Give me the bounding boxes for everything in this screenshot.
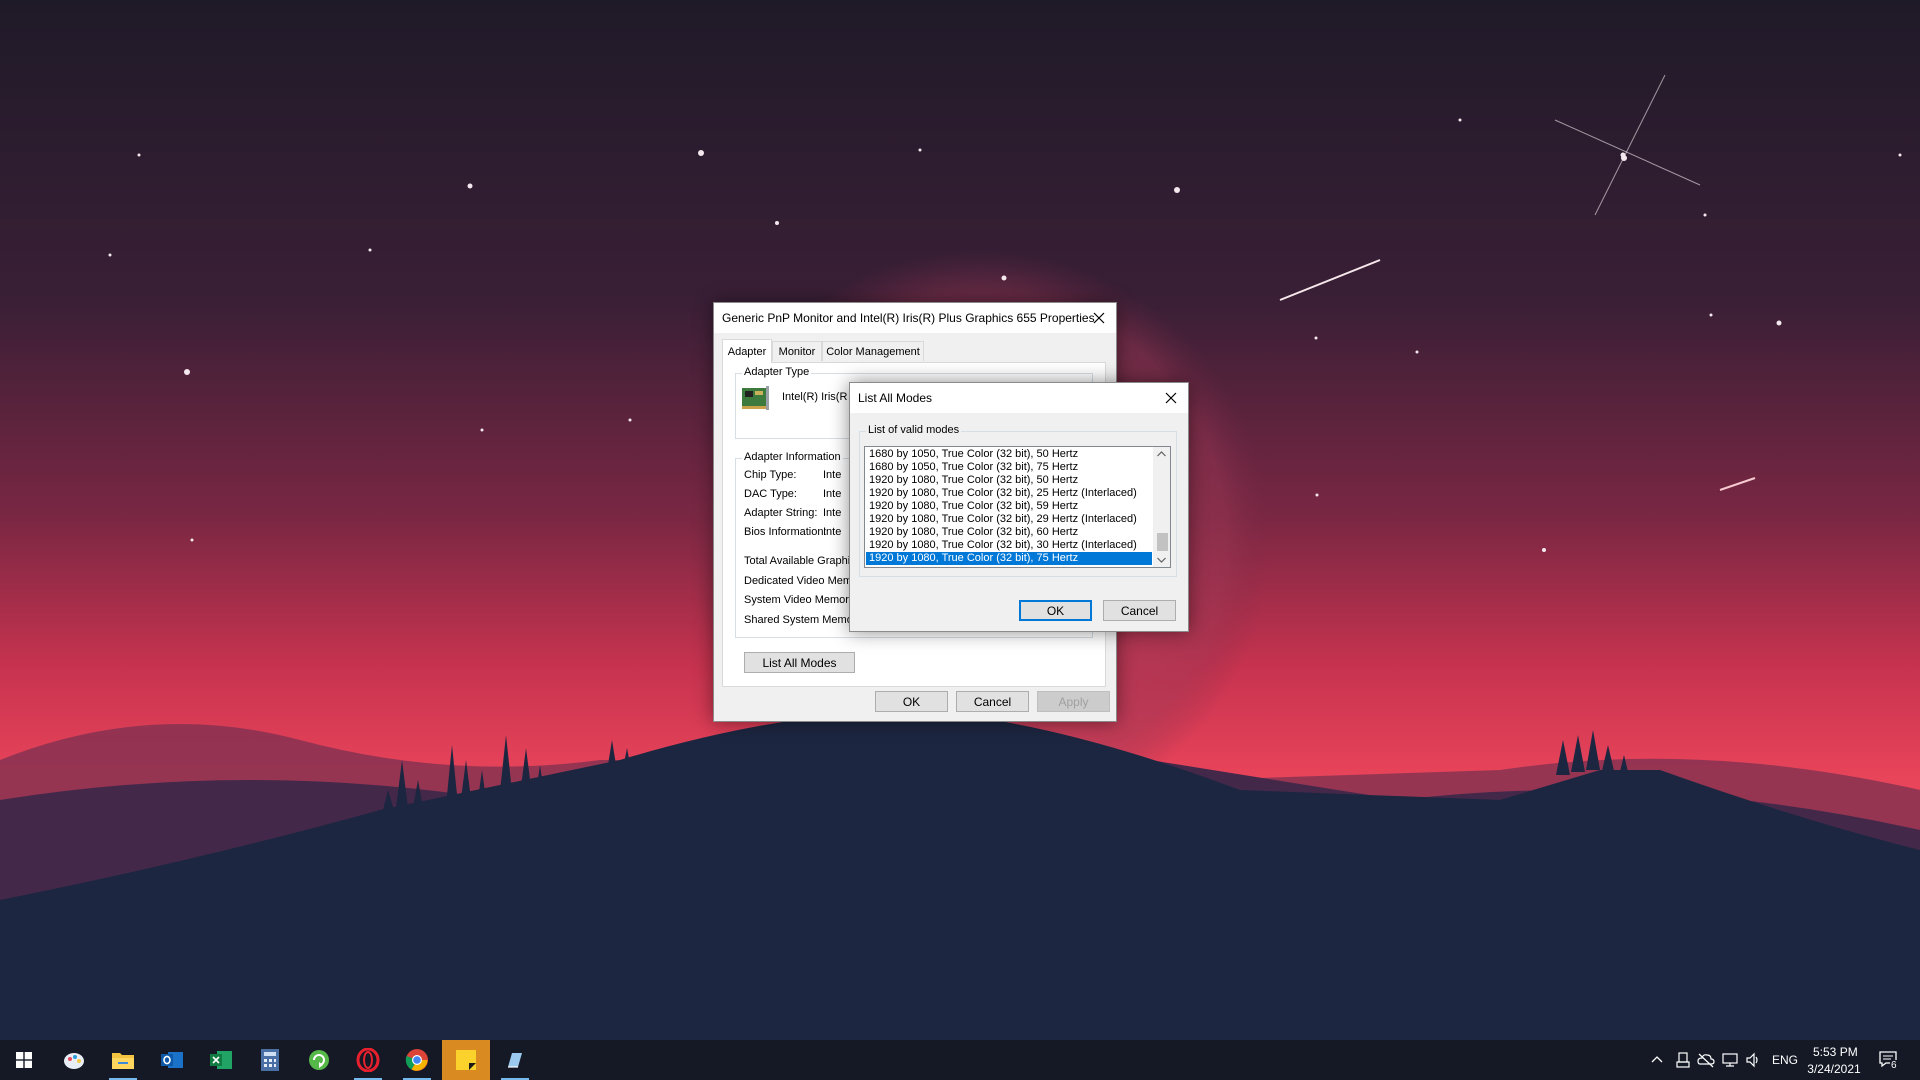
chrome-icon <box>405 1049 428 1071</box>
mode-list-item[interactable]: 1680 by 1050, True Color (32 bit), 75 He… <box>866 461 1152 474</box>
adapter-information-label: Adapter Information <box>742 451 843 463</box>
adapter-string-label: Adapter String: <box>744 507 818 519</box>
properties-apply-button[interactable]: Apply <box>1037 691 1110 712</box>
paint-palette-icon <box>64 1053 84 1069</box>
total-graphics-memory-label: Total Available Graphic <box>744 555 856 567</box>
list-all-modes-dialog: List All Modes List of valid modes 1680 … <box>849 382 1189 632</box>
properties-close-button[interactable] <box>1082 303 1116 333</box>
notification-count-badge: 6 <box>1890 1060 1898 1071</box>
scroll-up-button[interactable] <box>1153 447 1170 461</box>
taskbar-file-explorer[interactable] <box>99 1040 147 1080</box>
scroll-thumb[interactable] <box>1157 533 1168 551</box>
graphics-card-icon <box>742 386 769 410</box>
taskbar: ENG 5:53 PM 3/24/2021 6 <box>0 1040 1920 1080</box>
shared-system-memory-label: Shared System Memor <box>744 614 857 626</box>
chevron-up-icon <box>1157 451 1166 457</box>
folder-icon <box>112 1053 134 1069</box>
taskbar-calculator[interactable] <box>246 1040 294 1080</box>
properties-title-bar[interactable]: Generic PnP Monitor and Intel(R) Iris(R)… <box>714 303 1116 333</box>
start-button[interactable] <box>0 1040 48 1080</box>
clock-date[interactable]: 3/24/2021 <box>1806 1062 1862 1076</box>
tab-color-management[interactable]: Color Management <box>822 341 924 361</box>
taskbar-outlook[interactable] <box>148 1040 196 1080</box>
windows-logo-icon <box>16 1052 32 1068</box>
close-icon <box>1165 392 1177 404</box>
tab-monitor[interactable]: Monitor <box>772 341 822 361</box>
taskbar-sync-app[interactable] <box>295 1040 343 1080</box>
adapter-name: Intel(R) Iris(R <box>782 391 848 403</box>
properties-title: Generic PnP Monitor and Intel(R) Iris(R)… <box>722 311 1095 325</box>
dac-type-value: Inte <box>823 488 842 500</box>
action-center-button[interactable]: 6 <box>1876 1048 1904 1074</box>
mode-list-item[interactable]: 1920 by 1080, True Color (32 bit), 29 He… <box>866 513 1152 526</box>
chevron-down-icon <box>1157 557 1166 563</box>
volume-icon[interactable] <box>1745 1052 1761 1068</box>
close-icon <box>1093 312 1105 324</box>
dedicated-video-memory-label: Dedicated Video Memo <box>744 575 859 587</box>
show-hidden-icons-chevron-icon[interactable] <box>1651 1055 1663 1063</box>
modes-ok-button[interactable]: OK <box>1019 600 1092 621</box>
pen-icon <box>508 1053 522 1068</box>
mode-list-item-selected[interactable]: 1920 by 1080, True Color (32 bit), 75 He… <box>866 552 1152 565</box>
calculator-icon <box>261 1049 279 1071</box>
network-icon[interactable] <box>1721 1052 1739 1068</box>
mode-list-item[interactable]: 1920 by 1080, True Color (32 bit), 60 He… <box>866 526 1152 539</box>
taskbar-pen-app[interactable] <box>491 1040 539 1080</box>
sticky-note-icon <box>456 1050 476 1070</box>
mode-list-item[interactable]: 1920 by 1080, True Color (32 bit), 25 He… <box>866 487 1152 500</box>
dac-type-label: DAC Type: <box>744 488 797 500</box>
onedrive-offline-icon[interactable] <box>1697 1052 1715 1068</box>
green-refresh-icon <box>309 1050 329 1070</box>
taskbar-paint-3d[interactable] <box>50 1040 98 1080</box>
modes-title: List All Modes <box>858 391 933 405</box>
bios-information-label: Bios Information: <box>744 526 827 538</box>
outlook-icon <box>161 1052 183 1068</box>
usb-device-icon[interactable] <box>1676 1052 1690 1068</box>
adapter-type-label: Adapter Type <box>742 366 812 378</box>
modes-title-bar[interactable]: List All Modes <box>850 383 1188 413</box>
bios-information-value: Inte <box>823 526 842 538</box>
opera-icon <box>356 1048 380 1072</box>
mode-list-item[interactable]: 1920 by 1080, True Color (32 bit), 50 He… <box>866 474 1152 487</box>
scroll-down-button[interactable] <box>1153 553 1170 567</box>
valid-modes-label: List of valid modes <box>866 424 962 436</box>
system-video-memory-label: System Video Memory <box>744 594 855 606</box>
list-all-modes-button[interactable]: List All Modes <box>744 652 855 673</box>
taskbar-excel[interactable] <box>197 1040 245 1080</box>
chip-type-value: Inte <box>823 469 842 481</box>
clock-time[interactable]: 5:53 PM <box>1813 1045 1858 1059</box>
mode-list-item[interactable]: 1680 by 1050, True Color (32 bit), 50 He… <box>866 448 1152 461</box>
taskbar-sticky-notes[interactable] <box>442 1040 490 1080</box>
mode-list-item[interactable]: 1920 by 1080, True Color (32 bit), 30 He… <box>866 539 1152 552</box>
mode-list-item[interactable]: 1920 by 1080, True Color (32 bit), 59 He… <box>866 500 1152 513</box>
tab-adapter[interactable]: Adapter <box>722 339 772 363</box>
taskbar-opera[interactable] <box>344 1040 392 1080</box>
language-indicator[interactable]: ENG <box>1772 1053 1798 1067</box>
modes-close-button[interactable] <box>1154 383 1188 413</box>
adapter-string-value: Inte <box>823 507 842 519</box>
properties-ok-button[interactable]: OK <box>875 691 948 712</box>
properties-cancel-button[interactable]: Cancel <box>956 691 1029 712</box>
chip-type-label: Chip Type: <box>744 469 797 481</box>
taskbar-chrome[interactable] <box>393 1040 441 1080</box>
valid-modes-listbox[interactable]: 1680 by 1050, True Color (32 bit), 50 He… <box>864 446 1171 568</box>
modes-cancel-button[interactable]: Cancel <box>1103 600 1176 621</box>
modes-vertical-scrollbar[interactable] <box>1153 447 1170 567</box>
excel-icon <box>210 1051 232 1069</box>
